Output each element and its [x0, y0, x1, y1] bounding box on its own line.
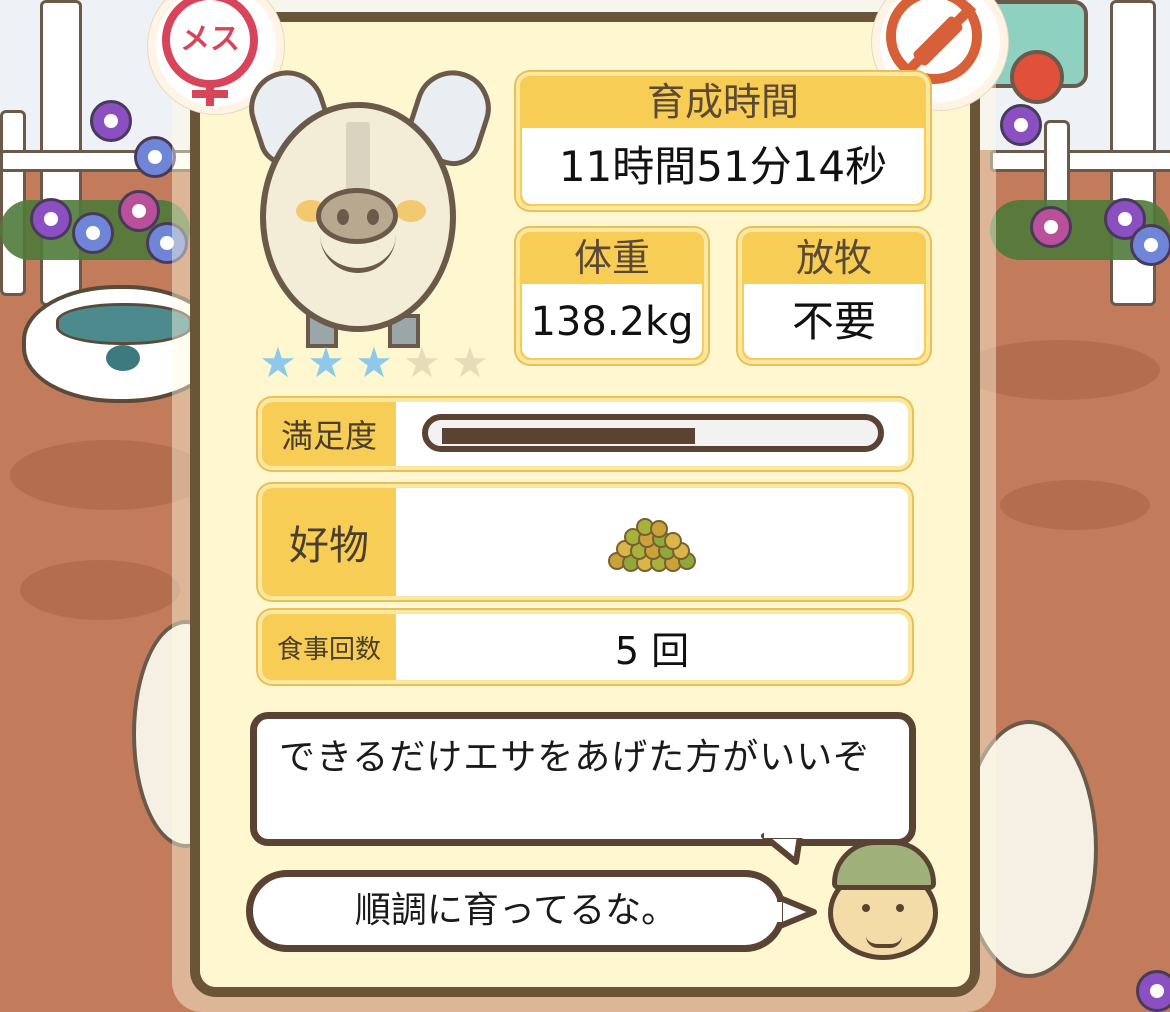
satisfaction-label: 満足度 — [262, 402, 396, 466]
comment-speech-bubble: 順調に育ってるな。 — [246, 870, 786, 952]
fence-rail — [990, 150, 1170, 172]
favorite-food-row: 好物 — [258, 484, 912, 600]
pig-snout-mark-icon — [106, 345, 140, 371]
rating-star-icon: ★ — [355, 338, 393, 387]
rating-stars: ★ ★ ★ ★ ★ — [254, 342, 494, 384]
advice-speech-box: できるだけエサをあげた方がいいぞ — [250, 712, 916, 846]
meal-count-value: 5 回 — [614, 628, 690, 673]
morning-glory-flower — [1000, 104, 1042, 146]
weight-label: 体重 — [573, 236, 650, 280]
rating-star-icon: ★ — [307, 338, 345, 387]
ground-shadow — [1000, 480, 1150, 530]
satisfaction-bar-fill — [442, 428, 695, 444]
feed-pellet — [650, 520, 668, 538]
satisfaction-bar — [422, 414, 884, 452]
pig-cheek — [396, 200, 426, 222]
rating-star-icon: ★ — [403, 338, 441, 387]
morning-glory-flower — [1136, 970, 1170, 1012]
morning-glory-flower — [30, 198, 72, 240]
feed-pellet — [664, 532, 682, 550]
pig-mouth — [320, 228, 396, 273]
advice-text: できるだけエサをあげた方がいいぞ — [279, 737, 871, 778]
morning-glory-flower — [1130, 224, 1170, 266]
weight-value: 138.2kg — [522, 284, 702, 358]
favorite-food-value — [396, 488, 908, 596]
truck-wheel — [1010, 50, 1064, 104]
weight-panel: 体重 138.2kg — [516, 228, 708, 364]
feed-pellets-icon — [602, 514, 702, 572]
gender-label: メス — [180, 22, 240, 57]
comment-speech-tail — [774, 895, 817, 929]
growth-time-label: 育成時間 — [646, 80, 799, 124]
meal-count-row: 食事回数 5 回 — [258, 610, 912, 684]
morning-glory-flower — [1030, 206, 1072, 248]
comment-text: 順調に育ってるな。 — [354, 890, 678, 931]
farmer-avatar — [822, 836, 946, 964]
rating-star-icon: ★ — [259, 338, 297, 387]
grazing-panel: 放牧 不要 — [738, 228, 930, 364]
favorite-food-label: 好物 — [262, 488, 396, 596]
pig-portrait — [239, 60, 501, 348]
growth-time-value: 11時間51分14秒 — [522, 128, 924, 204]
farmer-cap — [832, 840, 936, 890]
morning-glory-flower — [90, 100, 132, 142]
morning-glory-flower — [134, 136, 176, 178]
pig-body — [260, 102, 456, 332]
meal-count-label: 食事回数 — [262, 614, 396, 680]
growth-time-panel: 育成時間 11時間51分14秒 — [516, 72, 930, 210]
grazing-value: 不要 — [744, 284, 924, 358]
rating-star-icon: ★ — [451, 338, 489, 387]
satisfaction-row: 満足度 — [258, 398, 912, 470]
ground-shadow — [20, 560, 180, 620]
advice-speech-tail — [761, 832, 804, 865]
morning-glory-flower — [72, 212, 114, 254]
grazing-label: 放牧 — [795, 236, 872, 280]
